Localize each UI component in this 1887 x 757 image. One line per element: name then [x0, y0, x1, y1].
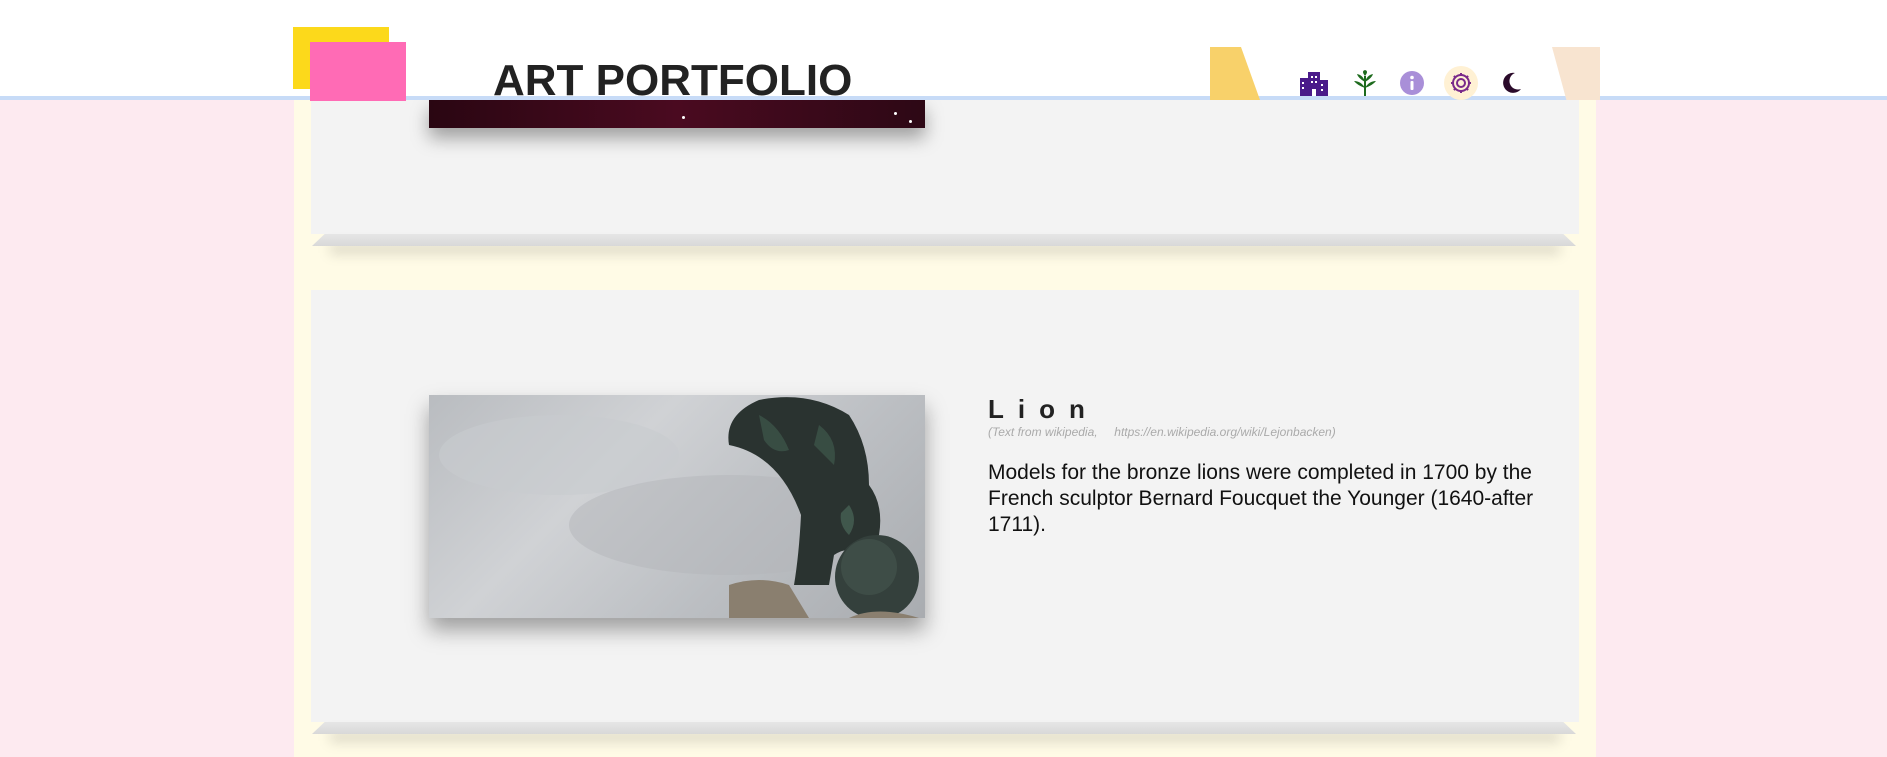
artwork-description: Models for the bronze lions were complet…	[988, 461, 1534, 536]
star-decoration	[894, 112, 897, 115]
shelf-ledge	[312, 722, 1576, 734]
credit-url[interactable]: https://en.wikipedia.org/wiki/Lejonbacke…	[1114, 425, 1335, 439]
info-icon	[1400, 71, 1424, 95]
logo-pink-square	[310, 42, 406, 101]
site-title: ART PORTFOLIO	[493, 56, 853, 105]
decorative-shape	[1552, 47, 1600, 100]
nav-settings-button[interactable]	[1444, 66, 1478, 100]
artwork-image-lion[interactable]	[429, 395, 925, 618]
star-decoration	[682, 116, 685, 119]
site-header: ART PORTFOLIO	[0, 0, 1887, 105]
buildings-icon	[1300, 72, 1328, 96]
gear-icon	[1451, 73, 1471, 93]
shelf-ledge	[312, 234, 1576, 246]
moon-icon	[1503, 72, 1521, 93]
artwork-credit: (Text from wikipedia, https://en.wikiped…	[988, 425, 1336, 439]
nav-buildings-button[interactable]	[1297, 66, 1331, 100]
lion-statue-image	[439, 397, 919, 618]
nav-info-button[interactable]	[1395, 66, 1429, 100]
artwork-title: Lion	[988, 394, 1099, 424]
decorative-shape	[1210, 47, 1260, 100]
nav-nature-button[interactable]	[1348, 66, 1382, 100]
credit-source: (Text from wikipedia,	[988, 425, 1098, 439]
nav-dark-mode-button[interactable]	[1494, 66, 1528, 100]
leaf-icon	[1354, 70, 1376, 96]
star-decoration	[909, 120, 912, 123]
